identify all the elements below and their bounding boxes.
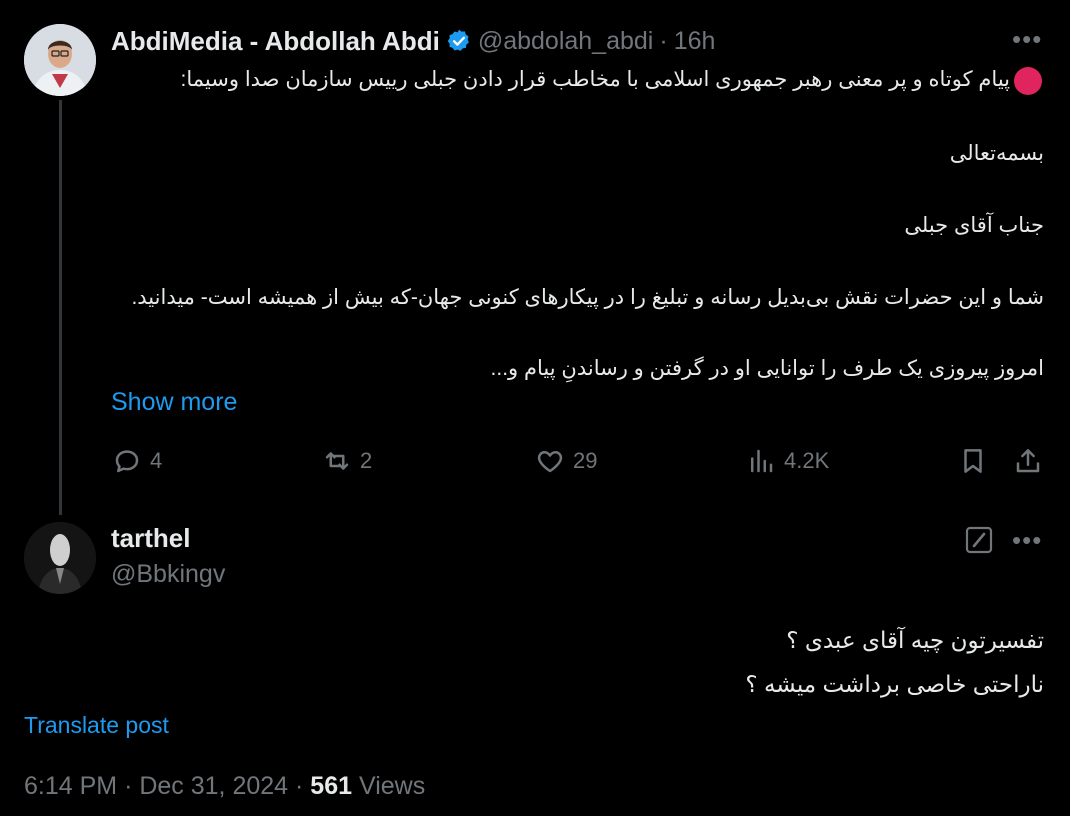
post-line-3: جناب آقای جبلی [904, 214, 1044, 237]
author-handle[interactable]: @abdolah_abdi [478, 27, 654, 56]
author-name[interactable]: AbdiMedia - Abdollah Abdi [111, 26, 440, 57]
post-line-2: بسمه‌تعالی [949, 142, 1044, 165]
views-button[interactable]: 4.2K [746, 446, 829, 476]
post-meta: 6:14 PM · Dec 31, 2024 · 561 Views [24, 772, 425, 801]
post-line-5: امروز پیروزی یک طرف را توانایی او در گرف… [490, 357, 1044, 380]
repost-count: 2 [360, 448, 373, 473]
reply-more-icon[interactable]: ••• [1012, 525, 1042, 556]
reply-icon [115, 450, 139, 473]
like-count: 29 [573, 448, 598, 473]
views-label: Views [358, 772, 426, 800]
post-time-full[interactable]: 6:14 PM [24, 772, 117, 800]
separator-dot: · [659, 26, 668, 55]
repost-icon [325, 452, 349, 470]
reply-count: 4 [150, 448, 163, 473]
post-line-1: پیام کوتاه و پر معنی رهبر جمهوری اسلامی … [180, 68, 1010, 91]
verified-badge-icon [446, 28, 472, 54]
meta-dot: · [124, 772, 133, 800]
post-line-4: شما و این حضرات نقش بی‌بدیل رسانه و تبلی… [131, 286, 1044, 309]
post-date[interactable]: Dec 31, 2024 [139, 772, 288, 800]
like-button[interactable]: 29 [535, 446, 597, 476]
red-circle-icon [1014, 67, 1042, 95]
reply-line-1: تفسیرتون چیه آقای عبدی ؟ [786, 627, 1044, 653]
reply-avatar[interactable] [24, 522, 96, 594]
reply-line-2: ناراحتی خاصی برداشت میشه ؟ [745, 671, 1044, 697]
post-time[interactable]: 16h [674, 27, 716, 56]
analytics-icon [751, 449, 773, 473]
views-number: 561 [310, 772, 353, 800]
heart-icon [537, 451, 563, 473]
translate-post-link[interactable]: Translate post [24, 712, 169, 739]
reply-author-handle[interactable]: @Bbkingv [111, 560, 225, 589]
views-count: 4.2K [784, 448, 830, 473]
share-button[interactable] [1013, 446, 1043, 476]
reply-button[interactable]: 4 [112, 446, 162, 476]
bookmark-button[interactable] [958, 446, 988, 476]
grok-icon[interactable] [964, 525, 994, 555]
repost-button[interactable]: 2 [322, 446, 372, 476]
reply-author-name[interactable]: tarthel [111, 523, 190, 554]
more-horizontal-icon[interactable]: ••• [1012, 24, 1042, 55]
post-header: AbdiMedia - Abdollah Abdi @abdolah_abdi … [111, 24, 715, 58]
share-icon [1016, 449, 1040, 473]
meta-dot: · [295, 772, 304, 800]
show-more-link[interactable]: Show more [111, 388, 237, 417]
author-avatar[interactable] [24, 24, 96, 96]
bookmark-icon [964, 449, 982, 473]
thread-line [59, 100, 62, 515]
